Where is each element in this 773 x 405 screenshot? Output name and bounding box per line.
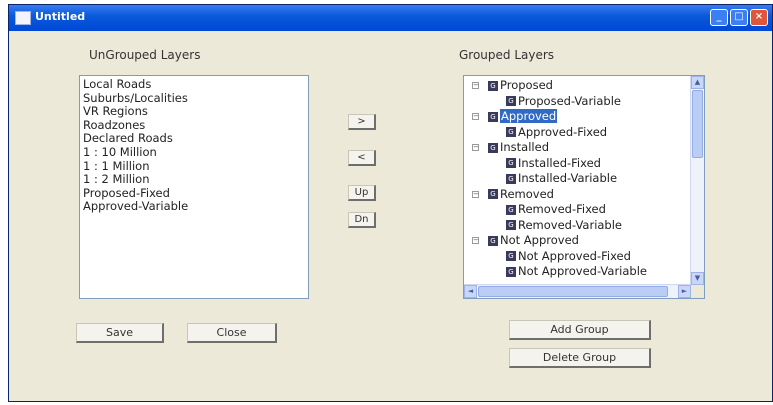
collapse-icon[interactable]: −	[472, 190, 479, 198]
tree-child-node[interactable]: G Removed-Fixed	[464, 202, 692, 218]
grouped-layers-label: Grouped Layers	[459, 48, 555, 62]
minimize-button[interactable]: _	[710, 9, 728, 26]
layer-group-icon: G	[488, 142, 498, 153]
collapse-icon[interactable]: −	[472, 82, 479, 89]
tree-child-label: Removed-Variable	[518, 217, 623, 232]
tree-child-label: Approved-Fixed	[518, 124, 608, 139]
tree-group-node[interactable]: − G Approved	[464, 109, 692, 125]
tree-group-label: Proposed	[500, 78, 553, 92]
list-item[interactable]: Proposed-Fixed	[83, 186, 305, 201]
horizontal-scroll-thumb[interactable]	[478, 286, 668, 297]
list-item[interactable]: 1 : 2 Million	[83, 173, 305, 187]
layer-group-icon: G	[488, 80, 498, 91]
list-item[interactable]: Suburbs/Localities	[83, 91, 305, 106]
collapse-icon[interactable]: −	[472, 113, 479, 120]
move-up-button[interactable]: Up	[348, 185, 376, 201]
tree-child-node[interactable]: G Not Approved-Fixed	[464, 249, 692, 265]
layer-group-icon: G	[488, 189, 498, 200]
tree-child-label: Installed-Fixed	[518, 155, 601, 170]
app-icon	[15, 11, 31, 25]
move-left-button[interactable]: <	[348, 150, 376, 166]
close-button[interactable]: Close	[187, 323, 277, 343]
scroll-corner	[691, 285, 704, 298]
window-title: Untitled	[35, 10, 86, 23]
ungrouped-layers-listbox[interactable]: Local Roads Suburbs/Localities VR Regions R…	[79, 75, 309, 299]
scroll-right-arrow-icon[interactable]: ►	[678, 285, 691, 298]
list-item[interactable]: Local Roads	[83, 77, 305, 92]
ungrouped-layers-label: UnGrouped Layers	[89, 48, 201, 62]
tree-vertical-scrollbar[interactable]: ▲ ▼	[690, 76, 704, 285]
grouped-layers-tree[interactable]: − G Proposed G Proposed-Variable − G Approved G A…	[463, 75, 705, 299]
tree-child-node[interactable]: G Proposed-Variable	[464, 94, 692, 110]
tree-child-node[interactable]: G Approved-Fixed	[464, 125, 692, 141]
title-bar[interactable]: Untitled _ □ ×	[9, 5, 772, 31]
save-button[interactable]: Save	[76, 323, 164, 343]
tree-group-node[interactable]: − G Proposed	[464, 78, 692, 94]
layer-icon: G	[506, 204, 516, 215]
add-group-button[interactable]: Add Group	[509, 320, 651, 340]
close-window-button[interactable]: ×	[750, 9, 768, 26]
tree-child-node[interactable]: G Removed-Variable	[464, 218, 692, 234]
layer-icon: G	[506, 220, 516, 231]
list-item[interactable]: 1 : 10 Million	[83, 145, 305, 160]
tree-rows: − G Proposed G Proposed-Variable − G Approved G A…	[464, 78, 692, 280]
tree-horizontal-scrollbar[interactable]: ◄ ►	[464, 284, 691, 298]
layer-icon: G	[506, 158, 516, 169]
layer-icon: G	[506, 127, 516, 138]
layer-icon: G	[506, 266, 516, 277]
layer-group-icon: G	[488, 111, 498, 122]
layer-icon: G	[506, 96, 516, 107]
tree-child-label: Removed-Fixed	[518, 202, 606, 216]
layer-icon: G	[506, 251, 516, 262]
tree-group-node[interactable]: − G Installed	[464, 140, 692, 156]
move-down-button[interactable]: Dn	[348, 212, 376, 228]
tree-child-label: Not Approved-Variable	[518, 264, 647, 278]
tree-child-node[interactable]: G Installed-Variable	[464, 171, 692, 187]
list-item[interactable]: 1 : 1 Million	[83, 159, 305, 174]
list-item[interactable]: Approved-Variable	[83, 200, 305, 214]
tree-child-node[interactable]: G Installed-Fixed	[464, 156, 692, 172]
vertical-scroll-thumb[interactable]	[692, 90, 703, 158]
layer-group-icon: G	[488, 235, 498, 246]
tree-child-node[interactable]: G Not Approved-Variable	[464, 264, 692, 280]
tree-child-label: Proposed-Variable	[518, 93, 621, 108]
tree-group-label: Approved	[500, 109, 558, 123]
tree-group-label: Removed	[500, 186, 554, 201]
scroll-left-arrow-icon[interactable]: ◄	[464, 285, 477, 298]
maximize-button[interactable]: □	[730, 9, 748, 26]
list-item[interactable]: VR Regions	[83, 105, 305, 119]
layer-icon: G	[506, 173, 516, 184]
tree-group-node[interactable]: − G Not Approved	[464, 233, 692, 249]
tree-child-label: Not Approved-Fixed	[518, 248, 631, 263]
tree-group-label: Not Approved	[500, 233, 579, 247]
move-right-button[interactable]: >	[348, 114, 376, 130]
main-window: Untitled _ □ × UnGrouped Layers Grouped …	[8, 4, 773, 402]
delete-group-button[interactable]: Delete Group	[509, 348, 651, 368]
collapse-icon[interactable]: −	[472, 144, 479, 151]
tree-group-label: Installed	[500, 140, 549, 154]
scroll-down-arrow-icon[interactable]: ▼	[691, 272, 704, 285]
tree-group-node[interactable]: − G Removed	[464, 187, 692, 203]
list-item[interactable]: Declared Roads	[83, 132, 305, 146]
tree-child-label: Installed-Variable	[518, 171, 618, 185]
scroll-up-arrow-icon[interactable]: ▲	[691, 76, 704, 89]
list-item[interactable]: Roadzones	[83, 118, 305, 133]
collapse-icon[interactable]: −	[472, 237, 479, 244]
